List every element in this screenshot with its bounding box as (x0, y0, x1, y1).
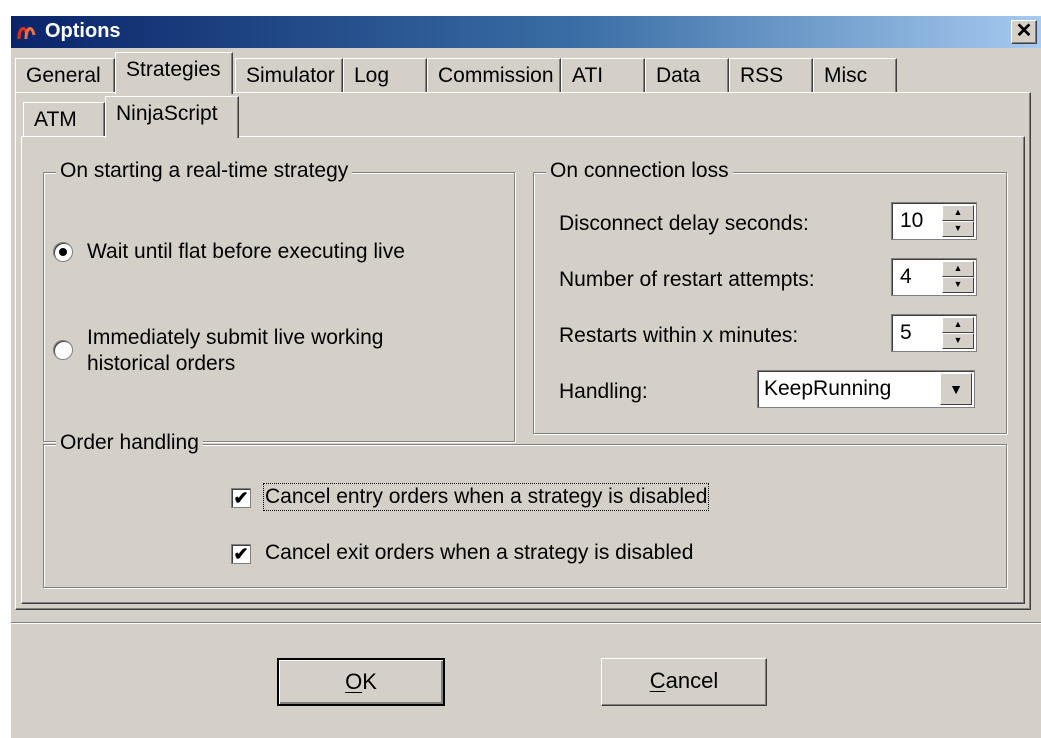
button-separator (11, 622, 1041, 624)
cancel-label-rest: ancel (665, 668, 719, 693)
tab-log[interactable]: Log (343, 58, 427, 92)
handling-value[interactable]: KeepRunning (764, 377, 891, 401)
spin-up-icon[interactable]: ▲ (942, 317, 974, 333)
tab-label: Strategies (126, 58, 221, 81)
radio-dot (59, 248, 67, 256)
cancel-button[interactable]: Cancel (601, 658, 767, 706)
cancel-exit-orders-checkbox[interactable]: ✔ (231, 544, 251, 564)
checkmark-icon: ✔ (233, 488, 249, 508)
tab-strategies[interactable]: Strategies (115, 52, 233, 94)
spin-up-icon[interactable]: ▲ (942, 261, 974, 277)
options-dialog: Options ✕ General Strategies Simulator L… (10, 16, 1041, 738)
spin-down-icon[interactable]: ▼ (942, 277, 974, 293)
ok-label-rest: K (362, 669, 377, 694)
cancel-mnemonic: C (649, 668, 666, 693)
restart-attempts-spinner[interactable]: 4 ▲ ▼ (891, 258, 977, 296)
restarts-within-spinner[interactable]: 5 ▲ ▼ (891, 314, 977, 352)
tab-label: Data (656, 64, 701, 87)
immediately-submit-radio[interactable] (53, 340, 73, 360)
restart-attempts-label: Number of restart attempts: (559, 268, 815, 291)
tab-label: Commission (438, 64, 554, 87)
tab-misc[interactable]: Misc (813, 58, 897, 92)
tab-data[interactable]: Data (645, 58, 729, 92)
tab-label: Misc (824, 64, 868, 87)
ninjatrader-logo-icon (17, 27, 36, 40)
cancel-entry-orders-checkbox[interactable]: ✔ (231, 488, 251, 508)
disconnect-delay-spinner[interactable]: 10 ▲ ▼ (891, 202, 977, 240)
order-handling-group: Order handling (43, 431, 1007, 588)
restarts-within-label: Restarts within x minutes: (559, 324, 799, 347)
spin-up-icon[interactable]: ▲ (942, 205, 974, 221)
tab-label: General (26, 64, 101, 87)
tab-rss[interactable]: RSS (729, 58, 813, 92)
window-title: Options (45, 20, 121, 42)
starting-strategy-group-title: On starting a real-time strategy (56, 159, 353, 183)
tab-label: RSS (740, 64, 784, 87)
restarts-within-value[interactable]: 5 (900, 321, 912, 345)
tab-ati[interactable]: ATI (561, 58, 645, 92)
wait-until-flat-radio[interactable] (53, 242, 73, 262)
cancel-entry-orders-label[interactable]: Cancel entry orders when a strategy is d… (262, 483, 710, 511)
checkmark-icon: ✔ (233, 544, 249, 564)
handling-select[interactable]: KeepRunning ▼ (757, 370, 975, 408)
tab-label: Simulator (246, 64, 335, 87)
tab-general[interactable]: General (15, 58, 115, 92)
handling-label: Handling: (559, 380, 648, 403)
ok-mnemonic: O (345, 669, 363, 694)
immediately-submit-label-line1[interactable]: Immediately submit live working (87, 326, 383, 350)
cancel-exit-orders-label[interactable]: Cancel exit orders when a strategy is di… (265, 541, 693, 565)
tab-label: ATM (34, 108, 77, 131)
wait-until-flat-label[interactable]: Wait until flat before executing live (87, 240, 405, 264)
tab-ninjascript[interactable]: NinjaScript (105, 96, 239, 138)
connection-loss-group-title: On connection loss (546, 159, 733, 183)
tab-atm[interactable]: ATM (23, 102, 105, 136)
tab-commission[interactable]: Commission (427, 58, 561, 92)
starting-strategy-group: On starting a real-time strategy (43, 159, 515, 442)
title-bar[interactable]: Options ✕ (11, 16, 1041, 48)
disconnect-delay-label: Disconnect delay seconds: (559, 212, 809, 235)
tab-label: ATI (572, 64, 604, 87)
immediately-submit-label-line2[interactable]: historical orders (87, 352, 235, 376)
disconnect-delay-value[interactable]: 10 (900, 209, 923, 233)
spin-down-icon[interactable]: ▼ (942, 333, 974, 349)
tab-label: Log (354, 64, 390, 87)
dropdown-arrow-icon[interactable]: ▼ (940, 373, 972, 405)
order-handling-group-title: Order handling (56, 431, 203, 455)
close-icon: ✕ (1015, 20, 1033, 42)
tab-simulator[interactable]: Simulator (235, 58, 343, 92)
tab-label: NinjaScript (116, 102, 218, 125)
restart-attempts-value[interactable]: 4 (900, 265, 912, 289)
ok-button[interactable]: OK (277, 658, 445, 706)
spin-down-icon[interactable]: ▼ (942, 221, 974, 237)
close-button[interactable]: ✕ (1011, 20, 1037, 44)
